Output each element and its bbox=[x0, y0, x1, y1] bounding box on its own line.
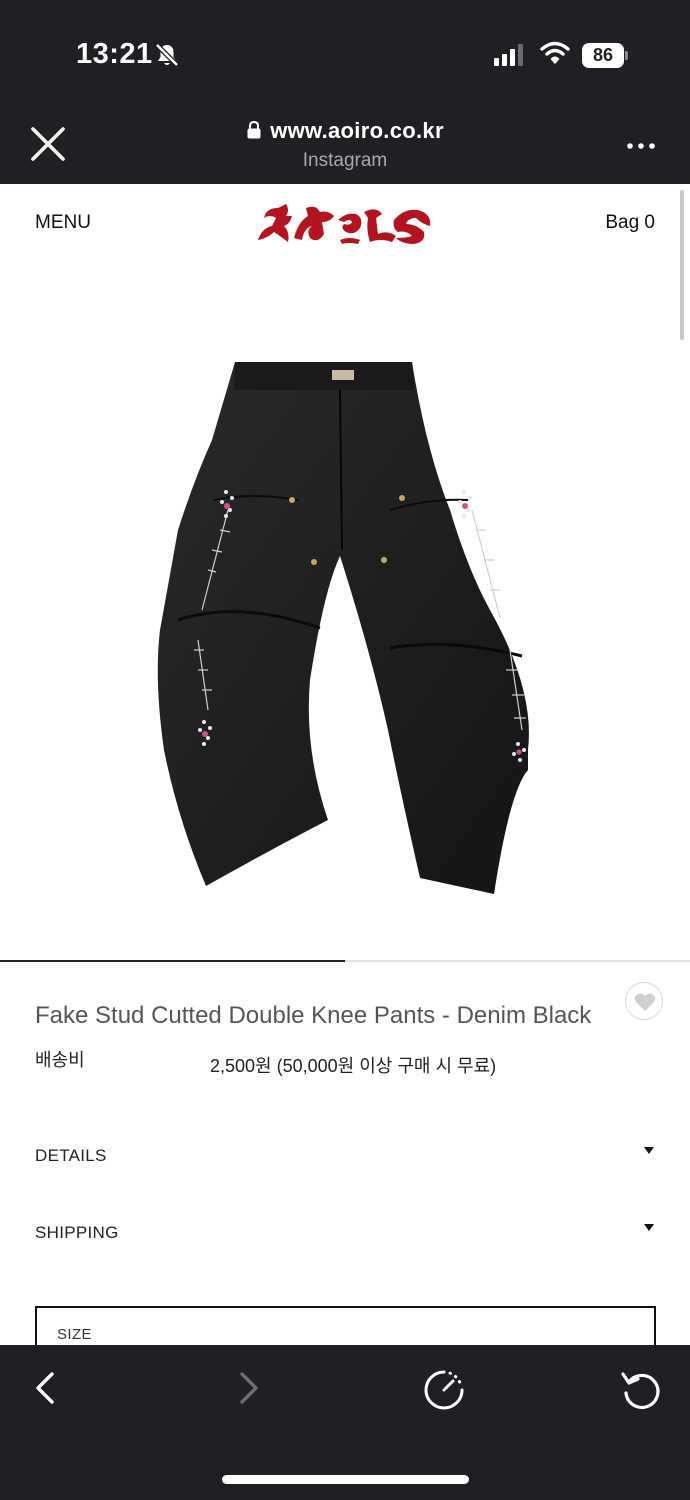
wifi-icon bbox=[540, 41, 570, 64]
browser-subtitle: Instagram bbox=[302, 150, 388, 171]
shipping-fee-value: 2,500원 (50,000원 이상 구매 시 무료) bbox=[210, 1056, 497, 1076]
details-label: DETAILS bbox=[35, 1146, 107, 1165]
shipping-accordion[interactable]: SHIPPING bbox=[35, 1223, 655, 1253]
caret-down-icon bbox=[644, 1147, 654, 1154]
page-scrollbar[interactable] bbox=[680, 190, 684, 340]
status-bar: 13:21 86 bbox=[0, 0, 690, 110]
url-area[interactable]: www.aoiro.co.kr Instagram bbox=[0, 118, 690, 172]
double-knee-pants-image[interactable] bbox=[150, 350, 540, 900]
status-time: 13:21 bbox=[76, 38, 153, 70]
wishlist-button[interactable] bbox=[625, 982, 663, 1020]
cellular-signal-icon bbox=[494, 44, 523, 66]
details-accordion[interactable]: DETAILS bbox=[35, 1146, 655, 1176]
caret-down-icon bbox=[644, 1224, 654, 1231]
browser-bar: www.aoiro.co.kr Instagram bbox=[0, 110, 690, 184]
bell-slash-icon bbox=[155, 43, 179, 67]
aoiro-logo[interactable] bbox=[256, 200, 434, 248]
browser-toolbar bbox=[0, 1345, 690, 1500]
heart-icon bbox=[634, 993, 656, 1011]
gallery-progress-bar bbox=[0, 960, 345, 962]
gallery-progress-track bbox=[0, 960, 690, 962]
size-label: SIZE bbox=[57, 1326, 92, 1343]
home-indicator[interactable] bbox=[222, 1475, 469, 1484]
reload-icon[interactable] bbox=[620, 1369, 662, 1411]
bag-button[interactable]: Bag 0 bbox=[605, 212, 655, 234]
back-icon[interactable] bbox=[30, 1371, 64, 1405]
site-header: MENU Bag 0 bbox=[0, 184, 690, 264]
more-icon[interactable] bbox=[626, 142, 656, 150]
shipping-label: SHIPPING bbox=[35, 1223, 119, 1242]
forward-icon[interactable] bbox=[230, 1371, 264, 1405]
url-text: www.aoiro.co.kr bbox=[270, 118, 444, 143]
speed-icon[interactable] bbox=[423, 1369, 465, 1411]
battery-icon: 86 bbox=[582, 43, 628, 68]
lock-icon bbox=[247, 121, 261, 139]
battery-level: 86 bbox=[582, 43, 624, 68]
product-title: Fake Stud Cutted Double Knee Pants - Den… bbox=[35, 1002, 592, 1029]
shipping-fee-label: 배송비 bbox=[35, 1050, 85, 1070]
menu-button[interactable]: MENU bbox=[35, 212, 91, 234]
